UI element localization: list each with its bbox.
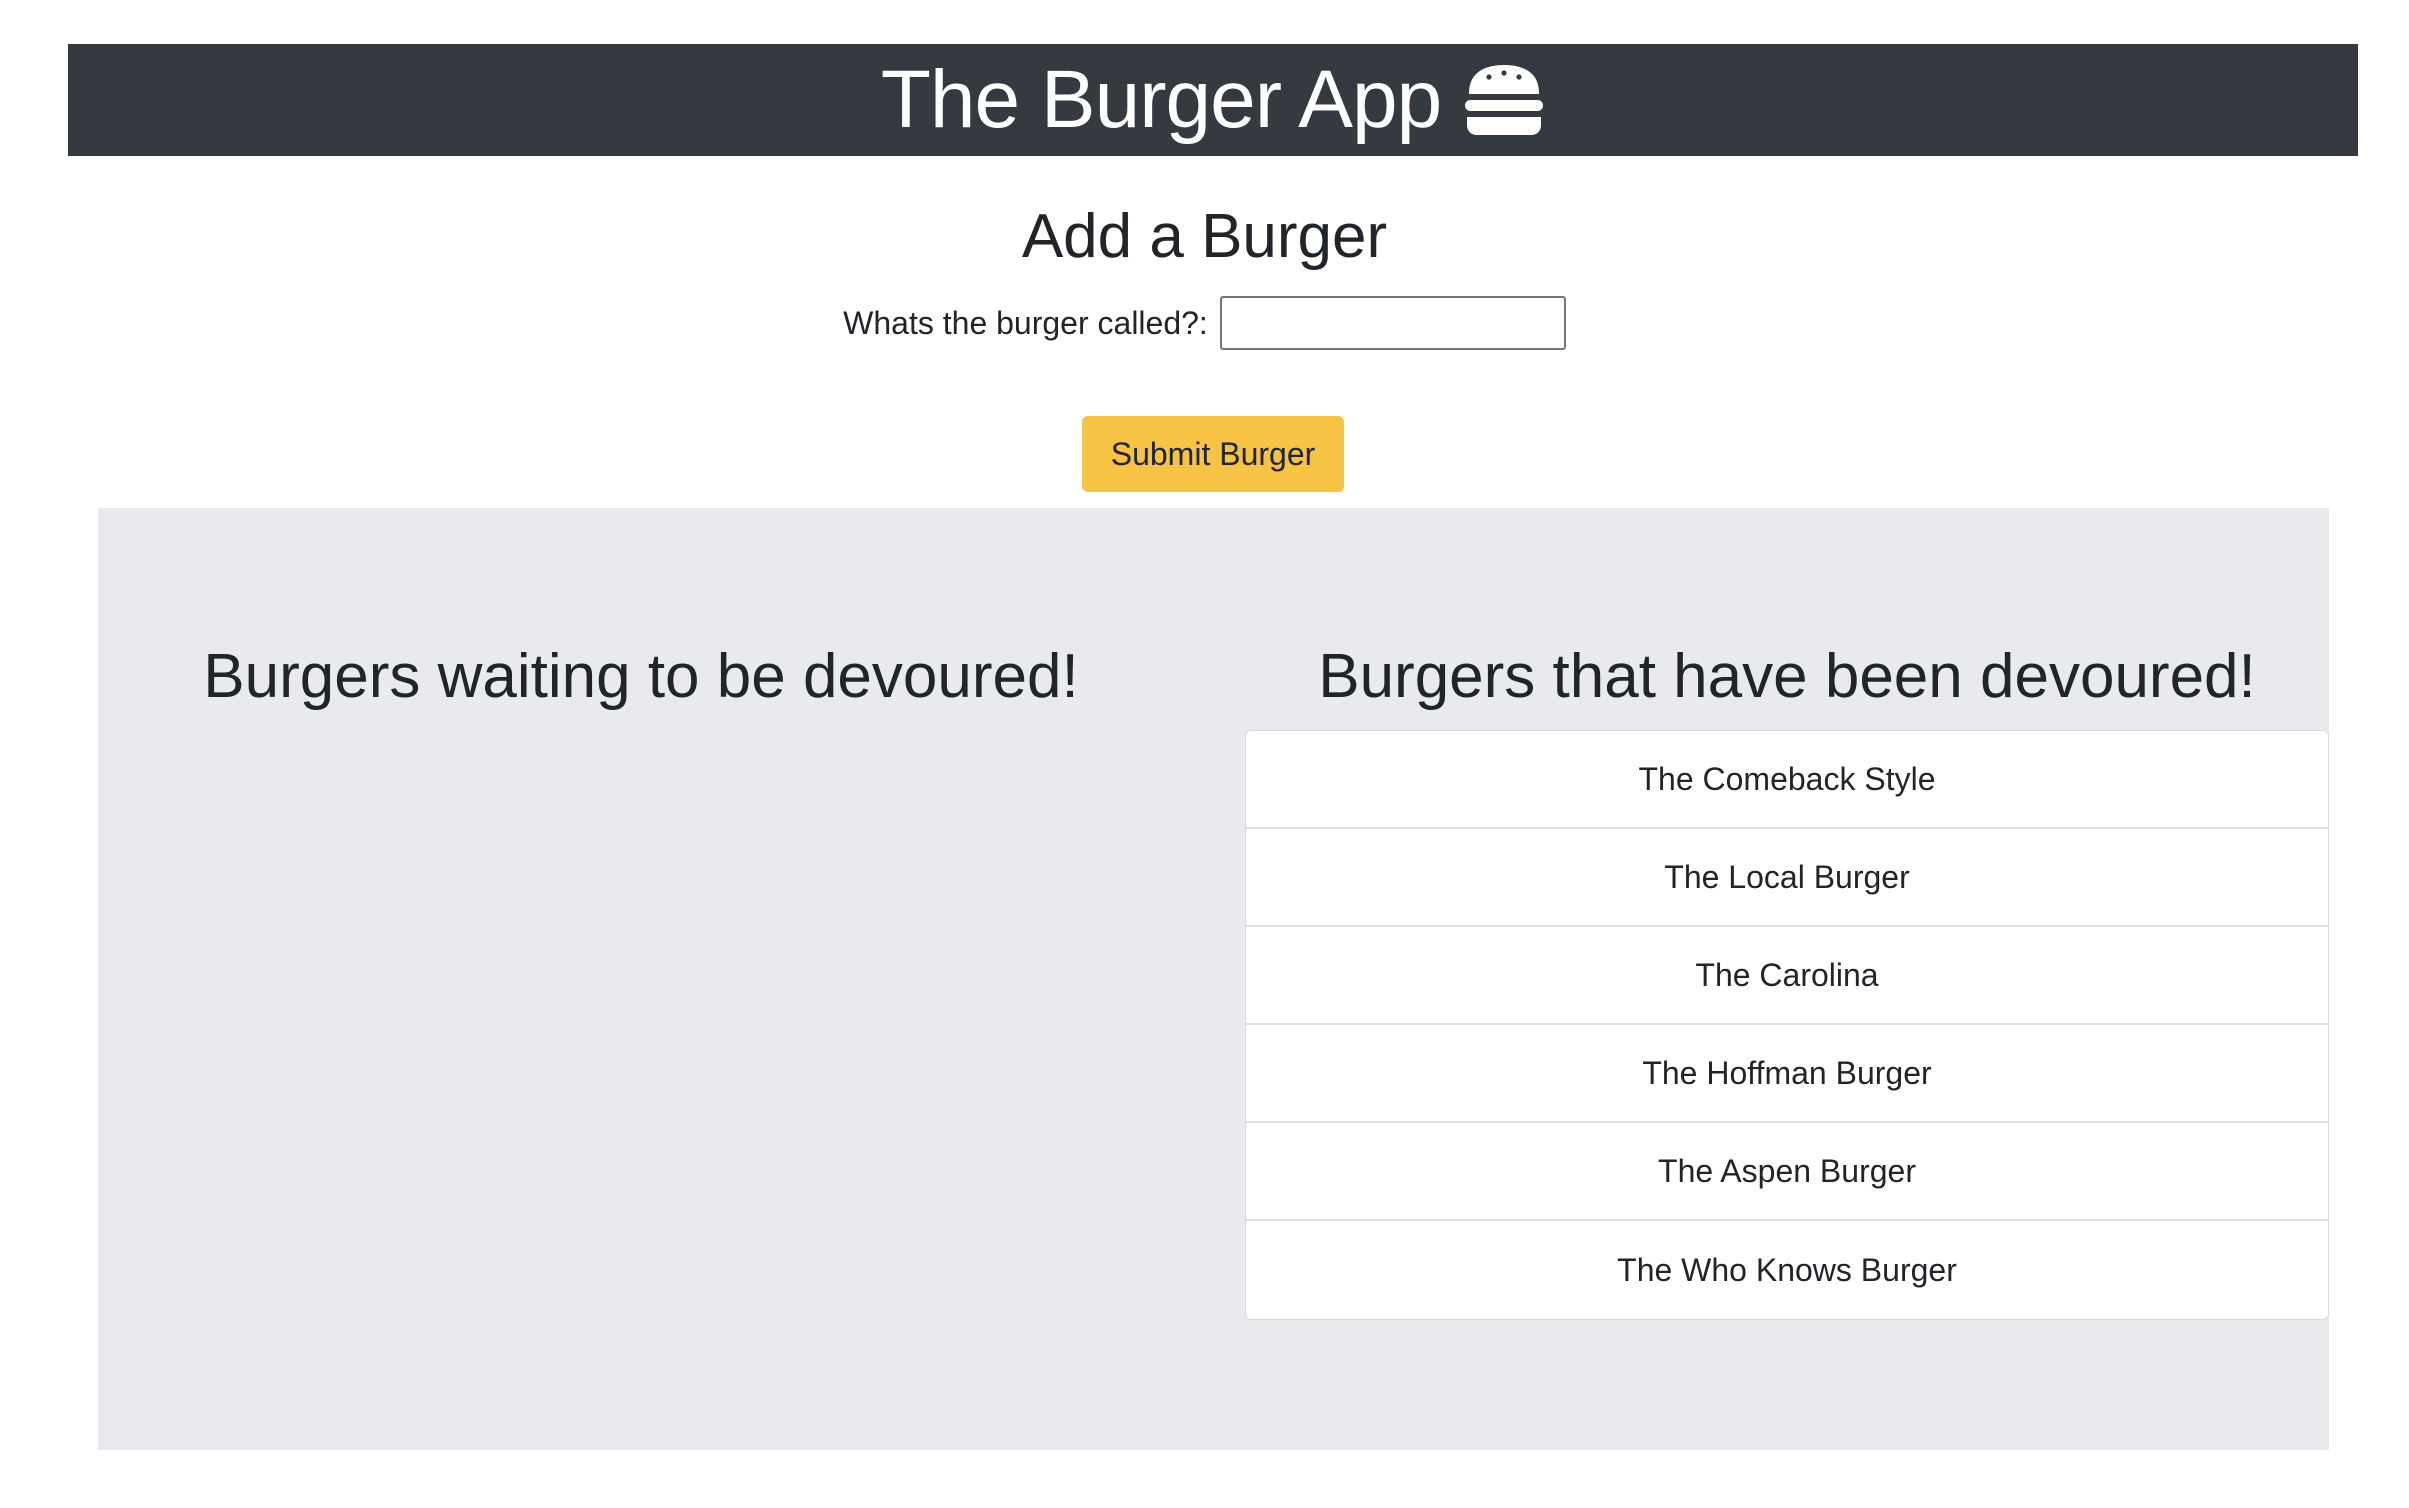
devoured-burgers-heading: Burgers that have been devoured!: [1318, 642, 2256, 711]
waiting-burgers-heading: Burgers waiting to be devoured!: [203, 642, 1079, 711]
add-burger-title: Add a Burger: [1021, 202, 1388, 271]
submit-burger-button[interactable]: Submit Burger: [1082, 416, 1344, 492]
devoured-burger-item: The Comeback Style: [1246, 731, 2328, 829]
burger-name-input[interactable]: [1219, 296, 1566, 350]
app-title: The Burger App: [880, 54, 1442, 145]
devoured-burger-item: The Aspen Burger: [1246, 1123, 2328, 1221]
devoured-burgers-list: The Comeback Style The Local Burger The …: [1245, 730, 2329, 1320]
burger-lists-panel: Burgers waiting to be devoured! Burgers …: [98, 508, 2329, 1450]
devoured-burger-item: The Hoffman Burger: [1246, 1025, 2328, 1123]
burger-name-label: Whats the burger called?:: [843, 304, 1208, 341]
devoured-burger-item: The Carolina: [1246, 927, 2328, 1025]
burger-form: Whats the burger called?:: [0, 296, 2409, 350]
app-header: The Burger App: [68, 44, 2358, 156]
hamburger-icon: [1463, 63, 1545, 137]
page: The Burger App Add a Burger Whats the bu…: [0, 0, 2409, 1508]
devoured-burger-item: The Local Burger: [1246, 829, 2328, 927]
devoured-burger-item: The Who Knows Burger: [1617, 1251, 1957, 1288]
